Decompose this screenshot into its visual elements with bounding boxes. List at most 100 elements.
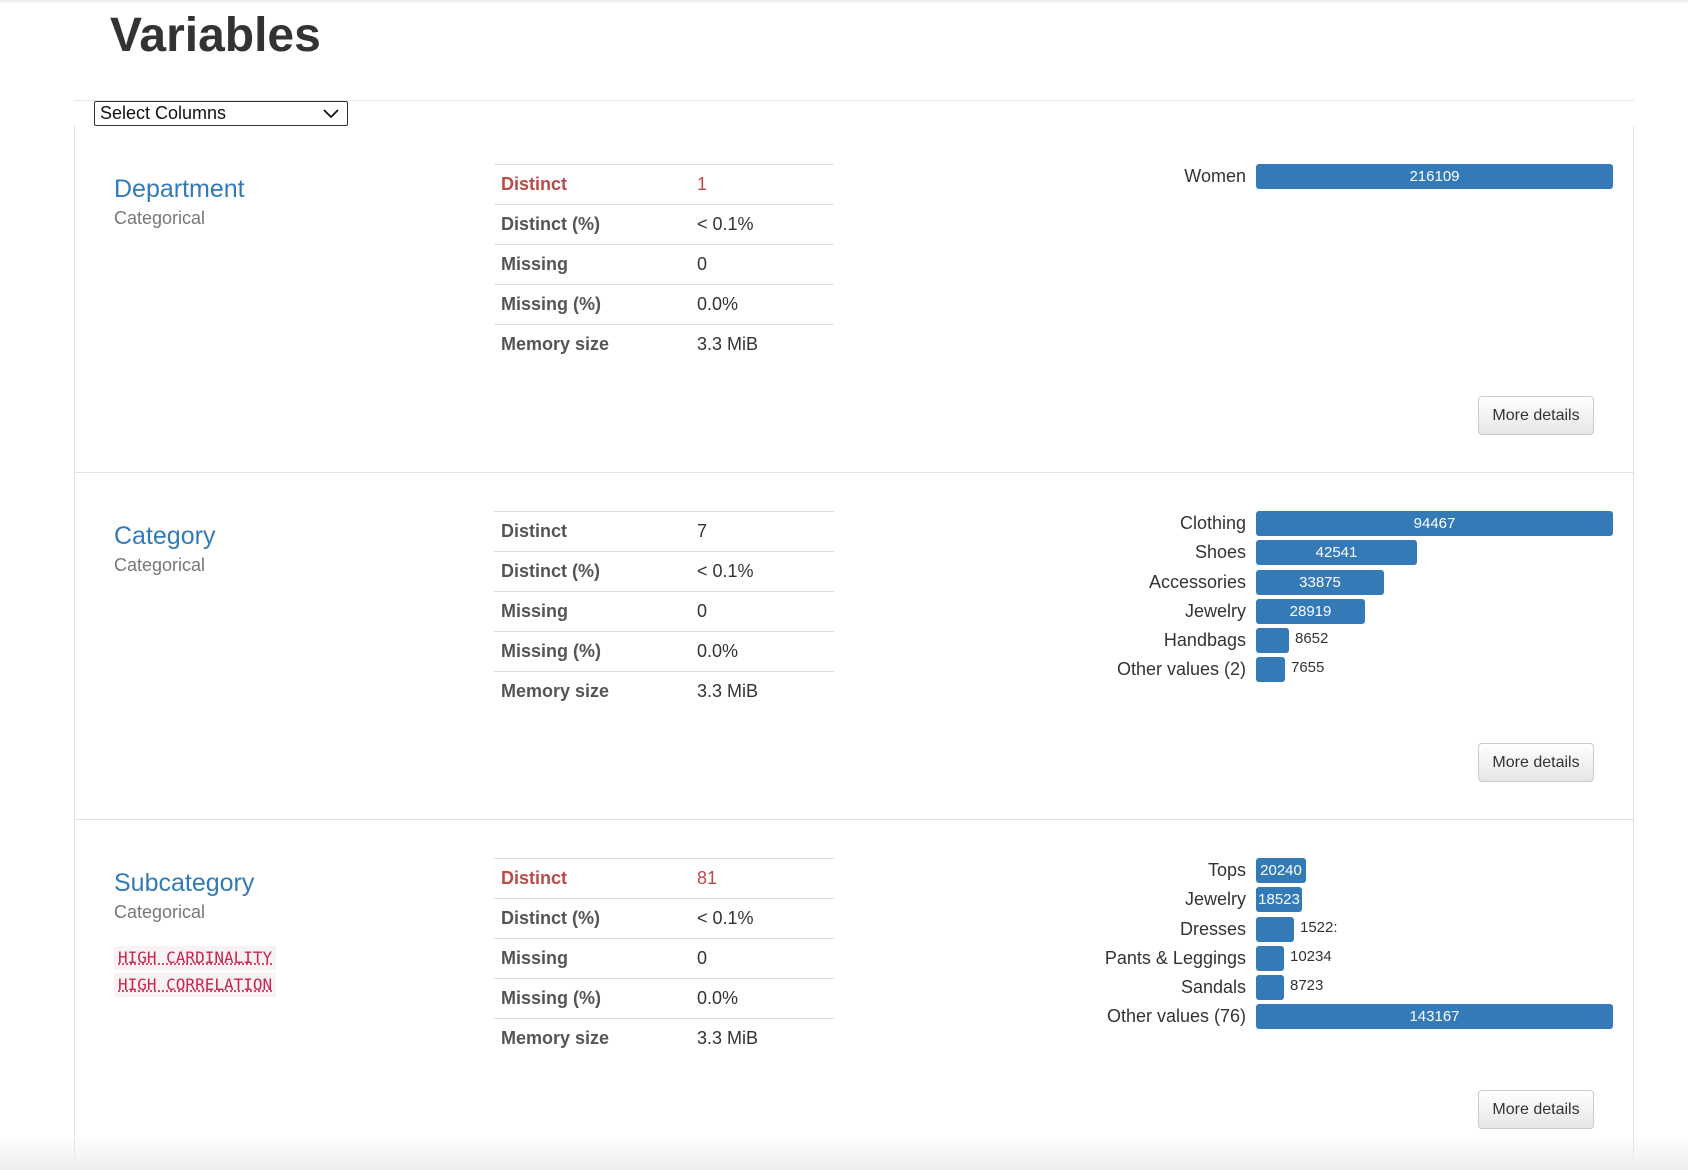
frequency-row: Jewelry 18523	[934, 885, 1614, 914]
stat-value: 0.0%	[690, 631, 834, 672]
more-details-button[interactable]: More details	[1478, 1090, 1594, 1129]
alert-badge-high-correlation[interactable]: HIGH CORRELATION	[114, 973, 277, 997]
frequency-count: 8723	[1290, 977, 1324, 995]
variable-stats-table: Distinct 1 Distinct (%) < 0.1% Missing 0…	[494, 164, 834, 365]
frequency-bar	[1256, 657, 1285, 683]
variable-type: Categorical	[114, 555, 206, 575]
more-details-button[interactable]: More details	[1478, 396, 1594, 435]
frequency-chart: Women 216109	[934, 162, 1614, 191]
variable-name-link[interactable]: Department	[114, 174, 245, 204]
stat-label: Missing	[494, 591, 690, 632]
stat-label: Memory size	[494, 324, 690, 365]
top-shadow	[0, 0, 1688, 4]
stat-row-missing-pct: Missing (%) 0.0%	[494, 631, 834, 672]
frequency-count: 33875	[1299, 573, 1341, 591]
frequency-count: 94467	[1413, 515, 1456, 532]
stat-row-distinct-pct: Distinct (%) < 0.1%	[494, 204, 834, 245]
stat-label: Distinct (%)	[494, 551, 690, 592]
select-columns-label: Select Columns	[100, 103, 227, 123]
stat-row-distinct-pct: Distinct (%) < 0.1%	[494, 898, 834, 939]
stat-row-missing-pct: Missing (%) 0.0%	[494, 978, 834, 1019]
stat-label: Missing	[494, 938, 690, 979]
frequency-count: 28919	[1289, 602, 1332, 620]
stat-row-distinct: Distinct 81	[494, 858, 834, 899]
stat-label: Missing	[494, 244, 690, 285]
page: Variables Select Columns Department Cate…	[0, 0, 1688, 1170]
variable-name-link[interactable]: Subcategory	[114, 868, 254, 898]
frequency-bar: 216109	[1256, 164, 1613, 189]
stat-label: Distinct (%)	[494, 898, 690, 939]
frequency-row: Dresses 1522:	[934, 915, 1614, 944]
stat-value: < 0.1%	[690, 204, 834, 245]
stat-row-distinct-pct: Distinct (%) < 0.1%	[494, 551, 834, 592]
frequency-row: Sandals 8723	[934, 973, 1614, 1002]
stat-label: Memory size	[494, 1018, 690, 1059]
stat-value: 3.3 MiB	[690, 671, 834, 712]
stat-label: Missing (%)	[494, 978, 690, 1019]
frequency-row: Handbags 8652	[934, 626, 1614, 655]
stat-row-memory-size: Memory size 3.3 MiB	[494, 1018, 834, 1059]
frequency-row: Tops 20240	[934, 856, 1614, 885]
stat-value: 3.3 MiB	[690, 324, 834, 365]
frequency-chart: Tops 20240 Jewelry 18523 Dresses 1522: Pants &…	[934, 856, 1614, 1032]
stat-value: 1	[690, 164, 834, 205]
stat-row-missing: Missing 0	[494, 244, 834, 285]
frequency-chart: Clothing 94467 Shoes 42541 Accessories 33875 J…	[934, 509, 1614, 685]
frequency-row: Other values (76) 143167	[934, 1002, 1614, 1031]
frequency-label: Dresses	[1179, 918, 1246, 939]
stat-label: Missing (%)	[494, 284, 690, 325]
variable-type: Categorical	[114, 208, 206, 228]
variable-subcategory: Subcategory Categorical HIGH CARDINALITY…	[74, 820, 1634, 1167]
frequency-bar	[1256, 628, 1289, 654]
alert-badge-high-cardinality[interactable]: HIGH CARDINALITY	[114, 946, 277, 970]
frequency-count: 7655	[1291, 659, 1325, 677]
frequency-label: Women	[1184, 166, 1246, 186]
frequency-bar: 42541	[1256, 540, 1417, 566]
frequency-label: Other values (2)	[1116, 659, 1246, 680]
variable-name-link[interactable]: Category	[114, 521, 215, 551]
frequency-label: Other values (76)	[1106, 1006, 1246, 1027]
chevron-down-icon	[323, 109, 339, 119]
frequency-label: Shoes	[1194, 542, 1246, 563]
frequency-label: Jewelry	[1184, 889, 1246, 910]
frequency-bar	[1256, 945, 1284, 971]
frequency-bar: 94467	[1256, 511, 1613, 536]
stat-row-distinct: Distinct 1	[494, 164, 834, 205]
frequency-count: 20240	[1260, 862, 1302, 879]
frequency-label: Accessories	[1148, 571, 1246, 592]
frequency-row: Jewelry 28919	[934, 597, 1614, 626]
frequency-label: Pants & Leggings	[1104, 947, 1246, 968]
stat-row-missing: Missing 0	[494, 938, 834, 979]
frequency-count: 18523	[1258, 891, 1300, 909]
stat-label: Distinct	[494, 164, 690, 205]
frequency-bar: 143167	[1256, 1004, 1613, 1030]
frequency-row: Accessories 33875	[934, 568, 1614, 597]
stat-label: Missing (%)	[494, 631, 690, 672]
frequency-bar: 28919	[1256, 598, 1365, 624]
stat-row-missing-pct: Missing (%) 0.0%	[494, 284, 834, 325]
stat-value: 0	[690, 591, 834, 632]
variable-category: Category Categorical Distinct 7 Distinct…	[74, 473, 1634, 820]
stat-value: 0.0%	[690, 978, 834, 1019]
frequency-label: Sandals	[1180, 977, 1246, 998]
frequency-count: 1522:	[1300, 918, 1338, 936]
frequency-count: 42541	[1315, 544, 1358, 562]
page-title: Variables	[110, 9, 321, 62]
variable-stats-table: Distinct 81 Distinct (%) < 0.1% Missing …	[494, 858, 834, 1059]
frequency-bar: 33875	[1256, 569, 1384, 595]
variable-stats-table: Distinct 7 Distinct (%) < 0.1% Missing 0…	[494, 511, 834, 712]
frequency-count: 216109	[1409, 168, 1460, 185]
stat-value: 7	[690, 511, 834, 552]
stat-value: 0.0%	[690, 284, 834, 325]
frequency-bar	[1256, 975, 1284, 1001]
frequency-bar	[1256, 916, 1294, 942]
frequency-row: Shoes 42541	[934, 538, 1614, 567]
stat-value: 0	[690, 244, 834, 285]
stat-row-memory-size: Memory size 3.3 MiB	[494, 324, 834, 365]
stat-label: Distinct (%)	[494, 204, 690, 245]
frequency-label: Handbags	[1163, 630, 1246, 651]
frequency-row: Women 216109	[934, 162, 1614, 191]
select-columns-dropdown[interactable]: Select Columns	[94, 101, 348, 126]
more-details-button[interactable]: More details	[1478, 743, 1594, 782]
stat-label: Memory size	[494, 671, 690, 712]
